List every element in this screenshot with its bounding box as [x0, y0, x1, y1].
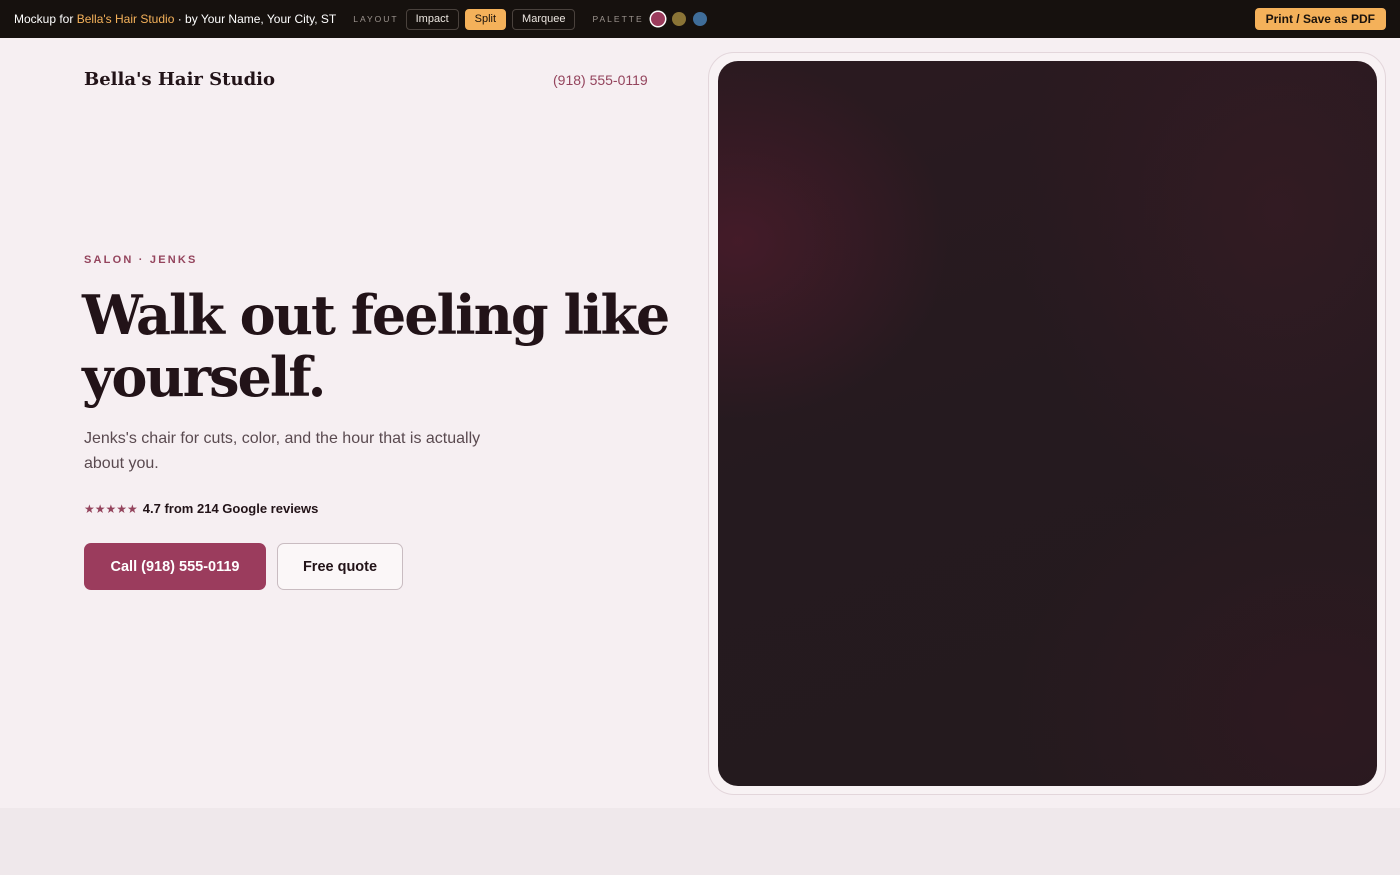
layout-label: LAYOUT	[353, 14, 399, 24]
header-phone-link[interactable]: (918) 555-0119	[553, 72, 648, 88]
site-logo-name[interactable]: Bella's Hair Studio	[84, 69, 275, 90]
free-quote-button[interactable]: Free quote	[277, 543, 403, 590]
rating-text: 4.7 from 214 Google reviews	[142, 501, 319, 516]
hero-subhead: Jenks's chair for cuts, color, and the h…	[84, 430, 481, 472]
mockup-prefix: Mockup for	[14, 12, 77, 26]
hero-headline: Walk out feeling like yourself.	[82, 283, 670, 409]
layout-split-button[interactable]: Split	[464, 8, 507, 30]
star-rating-icon: ★★★★★	[84, 501, 138, 516]
next-section	[0, 808, 1400, 875]
mockup-caption: Mockup for Bella's Hair Studio · by Your…	[14, 12, 336, 26]
palette-label: PALETTE	[592, 14, 644, 24]
layout-marquee-button[interactable]: Marquee	[512, 8, 576, 30]
mockup-toolbar: Mockup for Bella's Hair Studio · by Your…	[0, 0, 1400, 38]
mockup-suffix: · by Your Name, Your City, ST	[174, 12, 337, 26]
hero-eyebrow: SALON · JENKS	[84, 254, 198, 266]
palette-swatch-blue[interactable]	[692, 12, 707, 26]
palette-swatch-rose[interactable]	[650, 12, 665, 26]
hero-photo	[718, 61, 1377, 786]
print-save-pdf-button[interactable]: Print / Save as PDF	[1254, 8, 1386, 30]
rating-summary: ★★★★★ 4.7 from 214 Google reviews	[84, 501, 318, 516]
palette-swatch-olive[interactable]	[671, 12, 686, 26]
mockup-business-name: Bella's Hair Studio	[76, 12, 175, 26]
call-button[interactable]: Call (918) 555-0119	[84, 543, 266, 590]
layout-impact-button[interactable]: Impact	[405, 8, 459, 30]
